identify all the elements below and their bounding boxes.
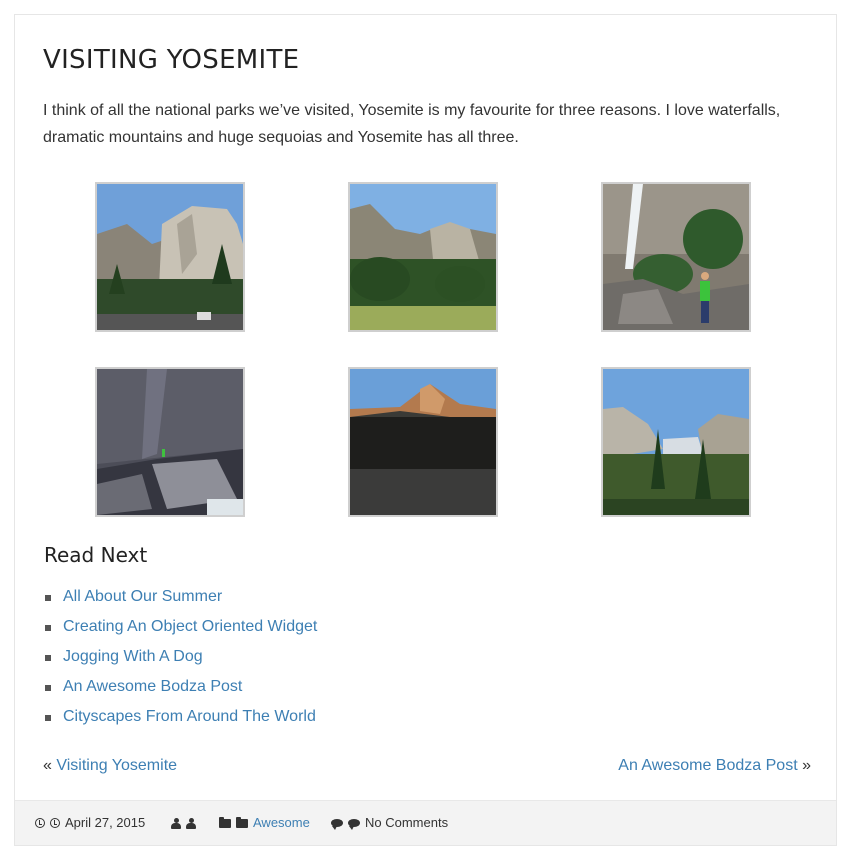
bullet-icon	[45, 595, 51, 601]
post-author	[171, 801, 201, 845]
previous-post: « Visiting Yosemite	[43, 754, 177, 778]
gallery-photo-6[interactable]	[601, 367, 751, 517]
post-meta-bar: April 27, 2015 Awesome No Comments	[15, 800, 836, 845]
bullet-icon	[45, 625, 51, 631]
previous-post-link[interactable]: Visiting Yosemite	[56, 757, 177, 774]
clock-icon	[35, 818, 45, 828]
next-marker: »	[802, 757, 811, 774]
folder-icon	[219, 816, 231, 828]
comment-icon	[331, 819, 343, 830]
post-category: Awesome	[219, 801, 310, 845]
prev-marker: «	[43, 757, 52, 774]
gallery-photo-2[interactable]	[348, 182, 498, 332]
user-icon	[186, 817, 196, 829]
gallery-photo-3[interactable]	[601, 182, 751, 332]
post-date: April 27, 2015	[35, 801, 145, 845]
clock-icon	[50, 818, 60, 828]
bullet-icon	[45, 655, 51, 661]
photo-1-image	[97, 184, 243, 330]
read-next-heading: Read Next	[44, 543, 148, 567]
next-post: An Awesome Bodza Post »	[618, 754, 811, 778]
photo-4-image	[97, 369, 243, 515]
read-next-list: All About Our Summer Creating An Object …	[45, 582, 317, 732]
bullet-icon	[45, 685, 51, 691]
read-next-link[interactable]: All About Our Summer	[63, 588, 222, 605]
post-intro: I think of all the national parks we’ve …	[43, 102, 781, 146]
list-item: All About Our Summer	[45, 582, 317, 612]
list-item: Jogging With A Dog	[45, 642, 317, 672]
gallery-photo-5[interactable]	[348, 367, 498, 517]
photo-6-image	[603, 369, 749, 515]
post-title: VISITING YOSEMITE	[43, 45, 300, 75]
read-next-link[interactable]: Cityscapes From Around The World	[63, 708, 316, 725]
folder-icon	[236, 816, 248, 828]
list-item: An Awesome Bodza Post	[45, 672, 317, 702]
bullet-icon	[45, 715, 51, 721]
read-next-link[interactable]: Creating An Object Oriented Widget	[63, 618, 317, 635]
next-post-link[interactable]: An Awesome Bodza Post	[618, 757, 797, 774]
gallery-photo-1[interactable]	[95, 182, 245, 332]
list-item: Creating An Object Oriented Widget	[45, 612, 317, 642]
photo-2-image	[350, 184, 496, 330]
read-next-link[interactable]: An Awesome Bodza Post	[63, 678, 242, 695]
gallery-photo-4[interactable]	[95, 367, 245, 517]
photo-gallery	[45, 182, 805, 532]
photo-3-image	[603, 184, 749, 330]
user-icon	[171, 817, 181, 829]
post-date-text: April 27, 2015	[65, 815, 146, 830]
comments-text[interactable]: No Comments	[365, 801, 448, 845]
post-comments: No Comments	[331, 801, 448, 845]
list-item: Cityscapes From Around The World	[45, 702, 317, 732]
photo-5-image	[350, 369, 496, 515]
read-next-link[interactable]: Jogging With A Dog	[63, 648, 203, 665]
comment-icon	[348, 819, 360, 830]
post-navigation: « Visiting Yosemite An Awesome Bodza Pos…	[43, 754, 811, 778]
category-link[interactable]: Awesome	[253, 801, 310, 845]
post-card: VISITING YOSEMITE I think of all the nat…	[14, 14, 837, 846]
